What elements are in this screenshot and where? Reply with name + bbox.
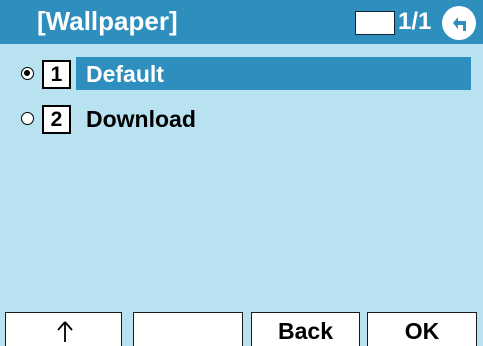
- softkey-up-button[interactable]: [5, 312, 122, 346]
- menu-item-download[interactable]: 2 Download: [0, 102, 483, 136]
- phone-screen: [Wallpaper] 1/1 1 Default 2 Download Bac…: [0, 0, 483, 346]
- menu-item-label: Default: [86, 61, 164, 87]
- input-indicator-box: [355, 11, 395, 35]
- radio-unselected-icon[interactable]: [21, 112, 34, 125]
- menu-item-label: Download: [86, 106, 196, 132]
- item-number: 1: [42, 60, 71, 89]
- up-arrow-icon: [57, 321, 73, 342]
- softkey-empty-button[interactable]: [133, 312, 243, 346]
- softkey-back-button[interactable]: Back: [251, 312, 360, 346]
- title-bar: [Wallpaper] 1/1: [0, 0, 483, 44]
- softkey-ok-button[interactable]: OK: [367, 312, 477, 346]
- radio-selected-icon[interactable]: [21, 67, 34, 80]
- back-arrow-icon[interactable]: [442, 6, 476, 40]
- menu-item-default[interactable]: 1 Default: [0, 57, 483, 91]
- page-title: [Wallpaper]: [37, 6, 178, 36]
- page-indicator: 1/1: [398, 8, 432, 35]
- item-number: 2: [42, 105, 71, 134]
- softkey-bar: Back OK: [0, 312, 483, 346]
